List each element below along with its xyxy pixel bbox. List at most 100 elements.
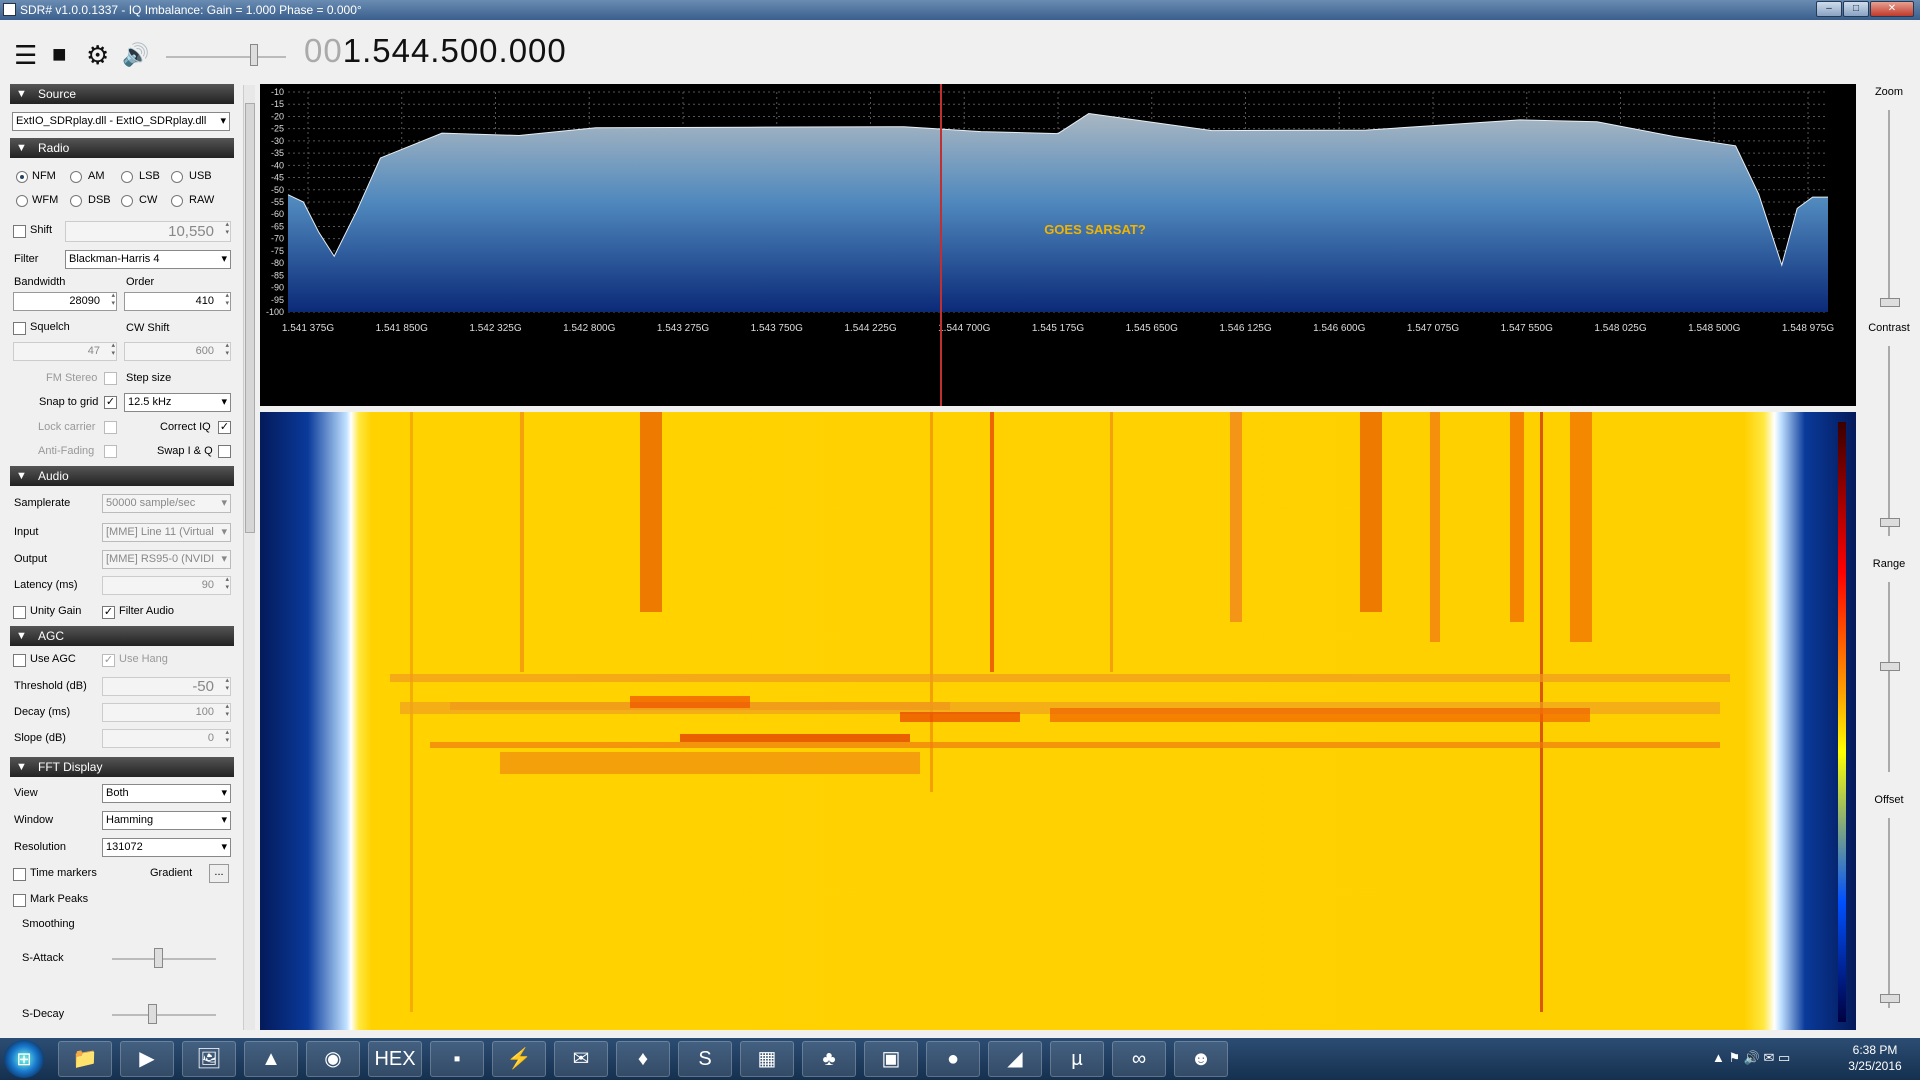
source-device-select[interactable]: ExtIO_SDRplay.dll - ExtIO_SDRplay.dll: [12, 112, 230, 131]
range-thumb[interactable]: [1880, 662, 1900, 671]
resolution-select[interactable]: 131072: [102, 838, 231, 857]
x-tick-label: 1.546 125G: [1219, 323, 1271, 334]
gradient-button[interactable]: ...: [209, 864, 229, 883]
spectrum-chart[interactable]: -10 -15 -20 -25 -30 -35 -40 -45 -50 -55 -60 -65 -70 -…: [260, 84, 1856, 406]
radio-lsb[interactable]: [121, 171, 133, 183]
taskbar-app-17[interactable]: ∞: [1112, 1041, 1166, 1077]
correct-iq-checkbox[interactable]: ✓: [218, 421, 231, 434]
s-attack-thumb[interactable]: [154, 948, 163, 968]
s-attack-track[interactable]: [112, 958, 216, 960]
anti-fading-checkbox[interactable]: [104, 445, 117, 458]
s-decay-thumb[interactable]: [148, 1004, 157, 1024]
panel-scrollbar[interactable]: [243, 85, 255, 1030]
samplerate-select[interactable]: 50000 sample/sec: [102, 494, 231, 513]
radio-am[interactable]: [70, 171, 82, 183]
radio-dsb[interactable]: [70, 195, 82, 207]
offset-track[interactable]: [1888, 818, 1890, 1008]
offset-thumb[interactable]: [1880, 994, 1900, 1003]
radio-nfm[interactable]: [16, 171, 28, 183]
taskbar-app-7[interactable]: ⚡: [492, 1041, 546, 1077]
window-select[interactable]: Hamming: [102, 811, 231, 830]
zoom-track[interactable]: [1888, 110, 1890, 300]
filter-label: Filter: [14, 253, 39, 265]
taskbar-app-8[interactable]: ✉: [554, 1041, 608, 1077]
y-tick-label: -15: [271, 99, 284, 109]
zoom-thumb[interactable]: [1880, 298, 1900, 307]
use-agc-checkbox[interactable]: [13, 654, 26, 667]
use-hang-checkbox[interactable]: ✓: [102, 654, 115, 667]
gear-icon[interactable]: ⚙: [86, 42, 109, 68]
fft-display-header[interactable]: FFT Display: [10, 757, 234, 777]
cwshift-input[interactable]: 600: [124, 342, 231, 361]
taskbar-app-10[interactable]: S: [678, 1041, 732, 1077]
stop-icon[interactable]: ■: [52, 42, 67, 68]
audio-input-select[interactable]: [MME] Line 11 (Virtual: [102, 523, 231, 542]
volume-slider-thumb[interactable]: [250, 44, 258, 66]
tuning-marker[interactable]: [940, 84, 942, 406]
clock[interactable]: 6:38 PM 3/25/2016: [1832, 1042, 1918, 1074]
radio-usb[interactable]: [171, 171, 183, 183]
contrast-track[interactable]: [1888, 346, 1890, 536]
radio-wfm[interactable]: [16, 195, 28, 207]
taskbar-app-5[interactable]: HEX: [368, 1041, 422, 1077]
agc-header[interactable]: AGC: [10, 626, 234, 646]
snap-to-grid-checkbox[interactable]: ✓: [104, 396, 117, 409]
volume-slider[interactable]: [166, 56, 286, 58]
taskbar-app-13[interactable]: ▣: [864, 1041, 918, 1077]
s-decay-track[interactable]: [112, 1014, 216, 1016]
latency-input[interactable]: 90: [102, 576, 231, 595]
taskbar-app-14[interactable]: ●: [926, 1041, 980, 1077]
taskbar-app-9[interactable]: ♦: [616, 1041, 670, 1077]
taskbar-app-1[interactable]: ▶: [120, 1041, 174, 1077]
waterfall-display[interactable]: [260, 412, 1856, 1030]
taskbar-app-12[interactable]: ♣: [802, 1041, 856, 1077]
x-tick-label: 1.548 500G: [1688, 323, 1740, 334]
taskbar-app-6[interactable]: ▪: [430, 1041, 484, 1077]
taskbar-app-4[interactable]: ◉: [306, 1041, 360, 1077]
menu-icon[interactable]: ☰: [14, 42, 37, 68]
radio-cw[interactable]: [121, 195, 133, 207]
taskbar-app-15[interactable]: ◢: [988, 1041, 1042, 1077]
audio-output-select[interactable]: [MME] RS95-0 (NVIDI: [102, 550, 231, 569]
maximize-button[interactable]: □: [1843, 1, 1869, 17]
minimize-button[interactable]: –: [1816, 1, 1842, 17]
taskbar-app-3[interactable]: ▲: [244, 1041, 298, 1077]
taskbar-app-0[interactable]: 📁: [58, 1041, 112, 1077]
threshold-input[interactable]: -50: [102, 677, 231, 696]
taskbar-app-18[interactable]: ☻: [1174, 1041, 1228, 1077]
range-track[interactable]: [1888, 582, 1890, 772]
filter-select[interactable]: Blackman-Harris 4: [65, 250, 231, 269]
taskbar-app-11[interactable]: ▦: [740, 1041, 794, 1077]
radio-raw[interactable]: [171, 195, 183, 207]
squelch-checkbox[interactable]: [13, 322, 26, 335]
decay-input[interactable]: 100: [102, 703, 231, 722]
fmstereo-checkbox[interactable]: [104, 372, 117, 385]
speaker-icon[interactable]: 🔊: [122, 42, 149, 68]
slope-input[interactable]: 0: [102, 729, 231, 748]
view-select[interactable]: Both: [102, 784, 231, 803]
bandwidth-input[interactable]: 28090: [13, 292, 117, 311]
order-input[interactable]: 410: [124, 292, 231, 311]
contrast-thumb[interactable]: [1880, 518, 1900, 527]
squelch-input[interactable]: 47: [13, 342, 117, 361]
spectrum-display[interactable]: -10 -15 -20 -25 -30 -35 -40 -45 -50 -55 -60 -65 -70 -…: [260, 84, 1856, 406]
start-button[interactable]: ⊞: [4, 1040, 44, 1078]
filter-audio-checkbox[interactable]: ✓: [102, 606, 115, 619]
mark-peaks-checkbox[interactable]: [13, 894, 26, 907]
step-size-select[interactable]: 12.5 kHz: [124, 393, 231, 412]
taskbar-app-2[interactable]: 🖼: [182, 1041, 236, 1077]
frequency-display[interactable]: 001.544.500.000: [304, 32, 567, 70]
time-markers-checkbox[interactable]: [13, 868, 26, 881]
system-tray[interactable]: ▲ ⚑ 🔊 ✉ ▭: [1712, 1050, 1790, 1066]
panel-scrollbar-thumb[interactable]: [245, 103, 255, 533]
swap-iq-checkbox[interactable]: [218, 445, 231, 458]
taskbar-app-16[interactable]: µ: [1050, 1041, 1104, 1077]
source-header[interactable]: Source: [10, 84, 234, 104]
lock-carrier-checkbox[interactable]: [104, 421, 117, 434]
shift-checkbox[interactable]: [13, 225, 26, 238]
audio-header[interactable]: Audio: [10, 466, 234, 486]
radio-header[interactable]: Radio: [10, 138, 234, 158]
shift-input[interactable]: 10,550: [65, 221, 231, 242]
unity-gain-checkbox[interactable]: [13, 606, 26, 619]
close-button[interactable]: ✕: [1870, 1, 1914, 17]
